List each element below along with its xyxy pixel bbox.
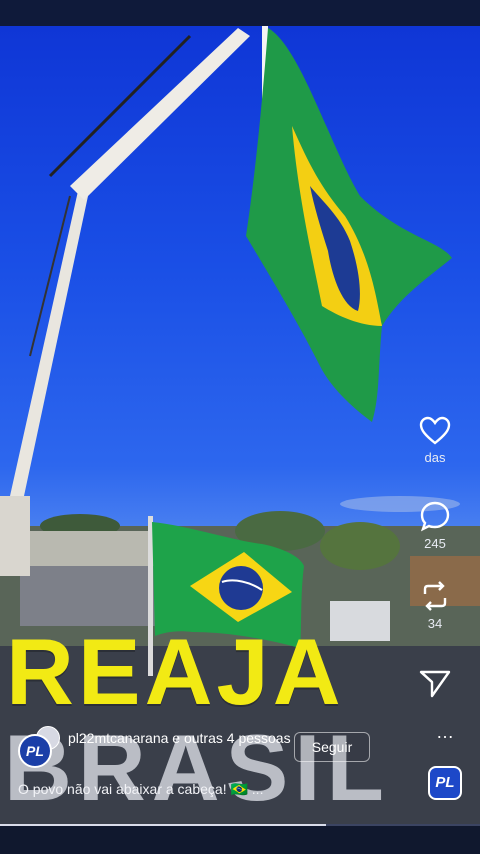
share-button[interactable] [408, 668, 462, 698]
more-icon[interactable]: … [432, 722, 460, 743]
repost-icon [423, 581, 447, 611]
like-button[interactable]: das [408, 416, 462, 465]
bottom-bar [0, 826, 480, 854]
caption[interactable]: O povo não vai abaixar a cabeça! 🇧🇷 ... [18, 781, 338, 798]
comment-button[interactable]: 245 [408, 500, 462, 551]
headline-reaja: REAJA [6, 619, 345, 724]
repost-button[interactable]: 34 [408, 580, 462, 631]
follow-button[interactable]: Seguir [294, 732, 370, 762]
comment-count: 245 [424, 536, 446, 551]
username[interactable]: pl22mtcanarana e outras 4 pessoas [68, 729, 298, 747]
heart-icon [419, 416, 451, 445]
top-status-bar [0, 0, 480, 26]
reel-screen: REAJA BRASIL das 245 34 … PL pl22mtcanar [0, 0, 480, 854]
share-icon [419, 670, 451, 698]
like-count: das [424, 450, 446, 465]
comment-icon [420, 501, 450, 532]
repost-count: 34 [427, 616, 443, 631]
avatar[interactable]: PL [18, 734, 52, 768]
audio-badge[interactable]: PL [428, 766, 462, 800]
